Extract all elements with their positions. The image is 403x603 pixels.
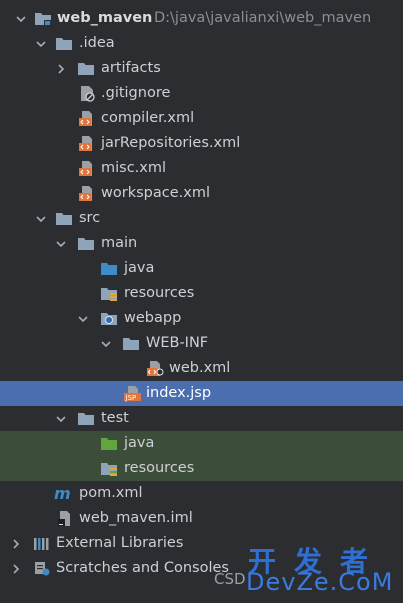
tree-row-test[interactable]: test xyxy=(0,406,403,431)
web-xml-file-icon xyxy=(146,360,164,377)
chevron-down-icon[interactable] xyxy=(54,231,68,256)
tree-row-main[interactable]: main xyxy=(0,231,403,256)
idea-label: .idea xyxy=(79,35,115,51)
main-resources-label: resources xyxy=(124,285,195,301)
svg-text:JSP: JSP xyxy=(125,394,137,402)
compiler-label: compiler.xml xyxy=(101,110,195,126)
chevron-down-icon[interactable] xyxy=(34,31,48,56)
xml-file-icon xyxy=(78,110,96,127)
root-label: web_maven xyxy=(57,10,153,26)
folder-icon xyxy=(55,35,73,52)
source-folder-icon xyxy=(100,260,118,277)
folder-icon xyxy=(77,60,95,77)
pom-label: pom.xml xyxy=(79,485,143,501)
tree-row-main-resources[interactable]: resources xyxy=(0,281,403,306)
scratches-icon xyxy=(33,560,51,577)
tree-row-gitignore[interactable]: .gitignore xyxy=(0,81,403,106)
tree-row-main-java[interactable]: java xyxy=(0,256,403,281)
resources-folder-icon xyxy=(100,285,118,302)
workspace-label: workspace.xml xyxy=(101,185,210,201)
chevron-right-icon[interactable] xyxy=(54,56,68,81)
maven-icon: m xyxy=(54,485,72,502)
svg-text:m: m xyxy=(54,485,71,502)
tree-row-misc[interactable]: misc.xml xyxy=(0,156,403,181)
tree-row-idea[interactable]: .idea xyxy=(0,31,403,56)
scratches-label: Scratches and Consoles xyxy=(56,560,229,576)
tree-row-root[interactable]: web_maven D:\java\javalianxi\web_maven xyxy=(0,6,403,31)
root-path: D:\java\javalianxi\web_maven xyxy=(154,10,372,26)
tree-row-test-java[interactable]: java xyxy=(0,431,403,456)
tree-row-workspace[interactable]: workspace.xml xyxy=(0,181,403,206)
test-label: test xyxy=(101,410,129,426)
main-label: main xyxy=(101,235,138,251)
webinf-label: WEB-INF xyxy=(146,335,209,351)
chevron-right-icon[interactable] xyxy=(9,531,23,556)
tree-row-test-resources[interactable]: resources xyxy=(0,456,403,481)
chevron-down-icon[interactable] xyxy=(54,406,68,431)
web-folder-icon xyxy=(100,310,118,327)
chevron-down-icon[interactable] xyxy=(99,331,113,356)
gitignore-label: .gitignore xyxy=(101,85,171,101)
folder-icon xyxy=(122,335,140,352)
test-java-label: java xyxy=(124,435,155,451)
watermark: CSD 开发者 DevZe.CoM xyxy=(214,540,403,603)
artifacts-label: artifacts xyxy=(101,60,161,76)
project-tree: web_maven D:\java\javalianxi\web_maven .i… xyxy=(0,6,403,581)
main-java-label: java xyxy=(124,260,155,276)
watermark-line2: DevZe.CoM xyxy=(246,568,394,596)
tree-row-compiler[interactable]: compiler.xml xyxy=(0,106,403,131)
jarrepos-label: jarRepositories.xml xyxy=(101,135,241,151)
tree-row-src[interactable]: src xyxy=(0,206,403,231)
tree-row-indexjsp[interactable]: JSP index.jsp xyxy=(0,381,403,406)
ignored-file-icon xyxy=(78,85,96,102)
indexjsp-label: index.jsp xyxy=(146,385,212,401)
src-label: src xyxy=(79,210,101,226)
misc-label: misc.xml xyxy=(101,160,167,176)
folder-icon xyxy=(77,235,95,252)
tree-row-webinf[interactable]: WEB-INF xyxy=(0,331,403,356)
chevron-down-icon[interactable] xyxy=(14,6,28,31)
tree-row-iml[interactable]: web_maven.iml xyxy=(0,506,403,531)
libraries-icon xyxy=(33,535,51,552)
xml-file-icon xyxy=(78,160,96,177)
webapp-label: webapp xyxy=(124,310,182,326)
folder-icon xyxy=(77,410,95,427)
tree-row-webxml[interactable]: web.xml xyxy=(0,356,403,381)
chevron-right-icon[interactable] xyxy=(9,556,23,581)
tree-row-artifacts[interactable]: artifacts xyxy=(0,56,403,81)
chevron-down-icon[interactable] xyxy=(76,306,90,331)
xml-file-icon xyxy=(78,135,96,152)
iml-file-icon xyxy=(56,510,74,527)
jsp-file-icon: JSP xyxy=(123,385,141,402)
module-folder-icon xyxy=(34,10,52,27)
test-source-folder-icon xyxy=(100,435,118,452)
tree-row-jarrepos[interactable]: jarRepositories.xml xyxy=(0,131,403,156)
watermark-csdn: CSD xyxy=(214,570,246,588)
webxml-label: web.xml xyxy=(169,360,231,376)
xml-file-icon xyxy=(78,185,96,202)
folder-icon xyxy=(55,210,73,227)
external-libraries-label: External Libraries xyxy=(56,535,184,551)
test-resources-label: resources xyxy=(124,460,195,476)
tree-row-webapp[interactable]: webapp xyxy=(0,306,403,331)
test-resources-folder-icon xyxy=(100,460,118,477)
iml-label: web_maven.iml xyxy=(79,510,193,526)
chevron-down-icon[interactable] xyxy=(34,206,48,231)
tree-row-pom[interactable]: m pom.xml xyxy=(0,481,403,506)
